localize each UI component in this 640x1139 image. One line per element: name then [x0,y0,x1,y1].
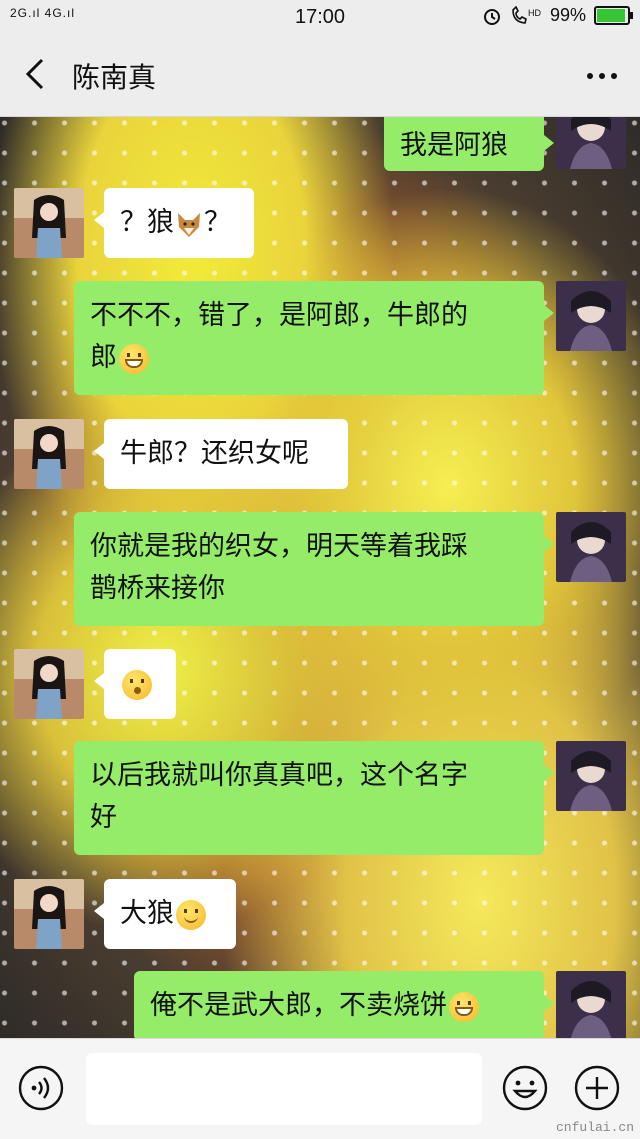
message-text: 大狼 [120,898,174,929]
chat-header: 陈南真 [0,34,640,117]
chevron-left-icon[interactable] [18,54,58,94]
message-text-line: 以后我就叫你真真吧，这个名字 [90,760,468,791]
message-text-line: 鹊桥来接你 [90,573,225,604]
grin-emoji-icon [449,991,479,1022]
status-bar: 2G.ıl 4G.ıl 17:00 HD 99% [0,0,640,34]
message-text: 郎 [90,342,117,373]
message-text-line: 你就是我的织女，明天等着我踩 [90,531,468,562]
message-text: 我是阿狼 [400,130,508,161]
message-bubble-outgoing[interactable]: 你就是我的织女，明天等着我踩 鹊桥来接你 [74,512,554,626]
wolf-emoji-icon [178,212,200,237]
input-bar: cnfulai.cn [0,1038,640,1139]
avatar-contact[interactable] [14,879,84,949]
message-text: 俺不是武大郎，不卖烧饼 [150,990,447,1021]
message-text-line: 不不不，错了，是阿郎，牛郎的 [90,300,468,331]
more-dots-icon[interactable] [582,56,622,96]
chat-area[interactable]: 我是阿狼 ？狼 ？ 不不不，错了，是阿郎，牛郎的 郎 牛郎？还织女呢 你就是我的织… [0,117,640,1038]
avatar-me[interactable] [556,971,626,1038]
watermark: cnfulai.cn [555,1120,634,1135]
message-bubble-incoming[interactable]: 大狼 [94,879,236,949]
avatar-contact[interactable] [14,188,84,258]
alarm-icon [483,8,500,25]
battery-fill [597,9,625,22]
avatar-me[interactable] [556,281,626,351]
surprised-emoji-icon [122,669,152,700]
smile-emoji-icon [176,899,206,930]
message-bubble-outgoing[interactable]: 以后我就叫你真真吧，这个名字 好 [74,741,554,855]
message-text-line: 好 [90,802,117,833]
grin-emoji-icon [119,343,149,374]
avatar-contact[interactable] [14,419,84,489]
hd-call-icon: HD [512,5,541,24]
message-text: ？狼 [120,207,174,238]
battery-percent: 99% [549,5,586,25]
message-bubble-incoming[interactable] [94,649,176,719]
message-bubble-outgoing[interactable]: 不不不，错了，是阿郎，牛郎的 郎 [74,281,554,395]
message-text: ？ [204,207,231,238]
plus-icon[interactable] [574,1065,620,1111]
status-right: HD 99% [482,5,633,26]
avatar-me[interactable] [556,117,626,169]
message-bubble-outgoing[interactable]: 我是阿狼 [384,117,554,171]
avatar-contact[interactable] [14,649,84,719]
emoji-icon[interactable] [502,1065,548,1111]
message-text-line: 郎 [90,337,528,379]
message-input[interactable] [86,1053,482,1125]
avatar-me[interactable] [556,512,626,582]
message-bubble-outgoing[interactable]: 俺不是武大郎，不卖烧饼 [134,971,554,1038]
svg-text:HD: HD [528,8,541,18]
message-text: 牛郎？还织女呢 [120,438,309,469]
avatar-me[interactable] [556,741,626,811]
message-bubble-incoming[interactable]: ？狼 ？ [94,188,254,258]
voice-icon[interactable] [18,1065,64,1111]
message-bubble-incoming[interactable]: 牛郎？还织女呢 [94,419,348,489]
battery-icon [594,6,633,25]
chat-title: 陈南真 [72,61,157,94]
